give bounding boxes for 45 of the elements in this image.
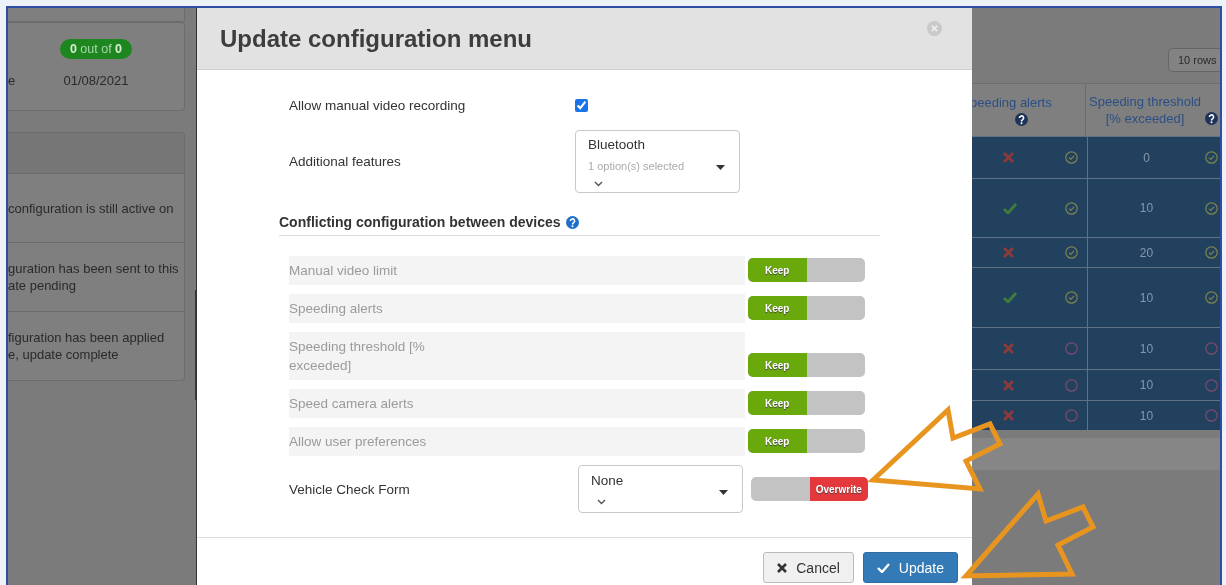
table-cell-text: 10 [1138,408,1155,423]
cancel-button[interactable]: Cancel [763,552,854,583]
conflict-label: Speeding threshold [% exceeded] [289,332,745,380]
column-header: Speeding threshold [% exceeded] [1088,93,1203,127]
setting-label: Vehicle Check Form [289,481,411,497]
keep-overwrite-toggle[interactable]: Keep [748,429,865,453]
setting-label: Additional features [289,154,402,169]
multiselect-field[interactable]: Bluetooth 1 option(s) selected [575,130,740,193]
table-cell-text: 10 [1138,378,1155,392]
caret-icon [716,164,725,170]
chevron-icon [597,499,606,505]
keep-overwrite-toggle[interactable]: Keep [748,391,865,415]
close-icon [777,562,788,573]
check-icon [876,562,890,573]
table-cell-text: 0 [1142,150,1151,165]
help-icon [565,215,579,229]
caret-icon [719,490,728,495]
keep-overwrite-toggle[interactable]: Keep [748,353,865,377]
rows-per-page-button[interactable]: 10 rows [1168,48,1220,72]
chevron-icon [594,181,603,187]
keep-overwrite-toggle[interactable]: Keep [748,296,865,320]
modal-title: Update configuration menu [220,24,532,53]
status-description: figuration has been applied e, update complete [8,329,165,363]
conflict-label: Allow user preferences [289,427,745,456]
status-description: guration has been sent to this ate pending [8,260,179,294]
conflict-label: Speed camera alerts [289,389,745,418]
keep-overwrite-toggle[interactable]: Overwrite [751,477,868,501]
update-button[interactable]: Update [862,552,958,583]
field-label: e [8,73,17,88]
help-icon [1015,113,1028,126]
conflict-label: Speeding alerts [289,294,745,323]
table-cell-text: 10 [1138,341,1155,356]
status-description: configuration is still active on [8,199,174,217]
date-text: 01/08/2021 [63,73,129,88]
select-field[interactable]: None [578,465,743,513]
keep-overwrite-toggle[interactable]: Keep [748,258,865,282]
heading-text: Conflicting configuration between devices [279,214,561,230]
checkbox[interactable] [575,98,588,112]
count-badge: 0 out of 0 [59,39,133,59]
table-cell-text: 20 [1138,245,1155,260]
setting-label: Allow manual video recording [289,97,467,113]
table-cell-text: 10 [1138,201,1155,215]
table-cell-text: 10 [1138,290,1155,305]
conflict-label: Manual video limit [289,256,745,285]
help-icon [1204,112,1218,125]
